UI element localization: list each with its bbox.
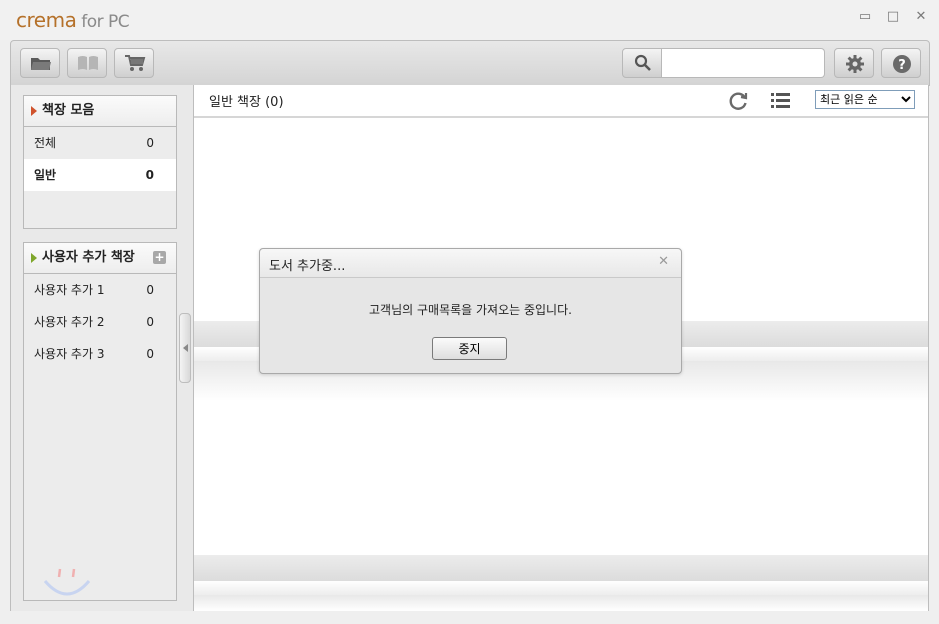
sidebar-item-all[interactable]: 전체 0 bbox=[24, 127, 176, 159]
logo-suffix: for PC bbox=[76, 12, 130, 32]
search-input[interactable] bbox=[662, 48, 825, 78]
sidebar-item-label: 일반 bbox=[34, 168, 57, 182]
title-bar: crema for PC ▭ □ ✕ bbox=[0, 0, 939, 40]
sidebar-item-label: 사용자 추가 3 bbox=[34, 347, 105, 361]
sidebar-item-general[interactable]: 일반 0 bbox=[24, 159, 176, 191]
expand-arrow-icon bbox=[31, 253, 37, 263]
search-button[interactable] bbox=[622, 48, 662, 78]
svg-text:?: ? bbox=[898, 58, 906, 73]
maximize-button[interactable]: □ bbox=[886, 10, 900, 24]
sidebar-item-custom-2[interactable]: 사용자 추가 2 0 bbox=[24, 306, 176, 338]
book-icon bbox=[78, 56, 98, 70]
window-bottom-edge bbox=[0, 611, 939, 624]
help-icon: ? bbox=[893, 55, 911, 73]
sidebar-splitter-handle[interactable] bbox=[179, 313, 191, 383]
gear-icon bbox=[846, 55, 864, 73]
shelf-band bbox=[194, 555, 928, 581]
list-view-icon[interactable] bbox=[771, 92, 791, 110]
page-title: 일반 책장 (0) bbox=[209, 95, 284, 110]
sidebar-item-count: 0 bbox=[146, 283, 154, 297]
search-icon bbox=[634, 54, 651, 71]
app-logo: crema for PC bbox=[16, 8, 130, 32]
sort-select[interactable]: 최근 읽은 순 bbox=[815, 90, 915, 109]
sidebar-item-count: 0 bbox=[146, 347, 154, 361]
bookshelf-button[interactable] bbox=[67, 48, 107, 78]
sidebar-item-label: 전체 bbox=[34, 136, 57, 150]
custom-shelf-panel: 사용자 추가 책장 + 사용자 추가 1 0 사용자 추가 2 0 사용자 추가… bbox=[23, 242, 177, 601]
stop-button[interactable]: 중지 bbox=[432, 337, 507, 360]
sidebar-item-label: 사용자 추가 1 bbox=[34, 283, 105, 297]
collection-title: 책장 모음 bbox=[42, 103, 95, 118]
sidebar: 책장 모음 전체 0 일반 0 사용자 추가 책장 + 사용자 추가 1 0 사… bbox=[10, 85, 194, 611]
dialog-message: 고객님의 구매목록을 가져오는 중입니다. bbox=[369, 303, 572, 317]
adding-books-dialog: 도서 추가중... ✕ 고객님의 구매목록을 가져오는 중입니다. 중지 bbox=[259, 248, 682, 374]
sidebar-item-custom-3[interactable]: 사용자 추가 3 0 bbox=[24, 338, 176, 370]
help-button[interactable]: ? bbox=[881, 48, 921, 78]
custom-shelf-title: 사용자 추가 책장 bbox=[42, 250, 135, 265]
custom-shelf-header[interactable]: 사용자 추가 책장 + bbox=[24, 243, 176, 274]
close-window-button[interactable]: ✕ bbox=[914, 10, 928, 24]
logo-crema: crema bbox=[16, 8, 77, 32]
expand-arrow-icon bbox=[31, 106, 37, 116]
shelf-edge bbox=[194, 581, 928, 595]
store-cart-button[interactable] bbox=[114, 48, 154, 78]
toolbar: ? bbox=[10, 40, 930, 86]
open-folder-button[interactable] bbox=[20, 48, 60, 78]
minimize-button[interactable]: ▭ bbox=[858, 10, 872, 24]
dialog-header: 도서 추가중... ✕ bbox=[260, 249, 681, 278]
collection-panel: 책장 모음 전체 0 일반 0 bbox=[23, 95, 177, 229]
dialog-title: 도서 추가중... bbox=[269, 259, 346, 274]
sidebar-item-count: 0 bbox=[146, 315, 154, 329]
add-shelf-icon[interactable]: + bbox=[153, 251, 166, 264]
refresh-icon[interactable] bbox=[727, 90, 749, 112]
close-icon[interactable]: ✕ bbox=[658, 255, 669, 269]
sidebar-item-count: 0 bbox=[146, 136, 154, 150]
folder-icon bbox=[31, 58, 51, 70]
sidebar-item-count: 0 bbox=[145, 168, 154, 182]
smile-logo-icon bbox=[43, 568, 91, 596]
shelf-shadow bbox=[194, 595, 928, 611]
sidebar-item-label: 사용자 추가 2 bbox=[34, 315, 105, 329]
main-header: 일반 책장 (0) 최근 읽은 순 bbox=[194, 85, 928, 118]
collection-header[interactable]: 책장 모음 bbox=[24, 96, 176, 127]
collapse-arrow-icon bbox=[183, 344, 188, 352]
cart-icon bbox=[125, 55, 146, 71]
settings-button[interactable] bbox=[834, 48, 874, 78]
sidebar-item-custom-1[interactable]: 사용자 추가 1 0 bbox=[24, 274, 176, 306]
